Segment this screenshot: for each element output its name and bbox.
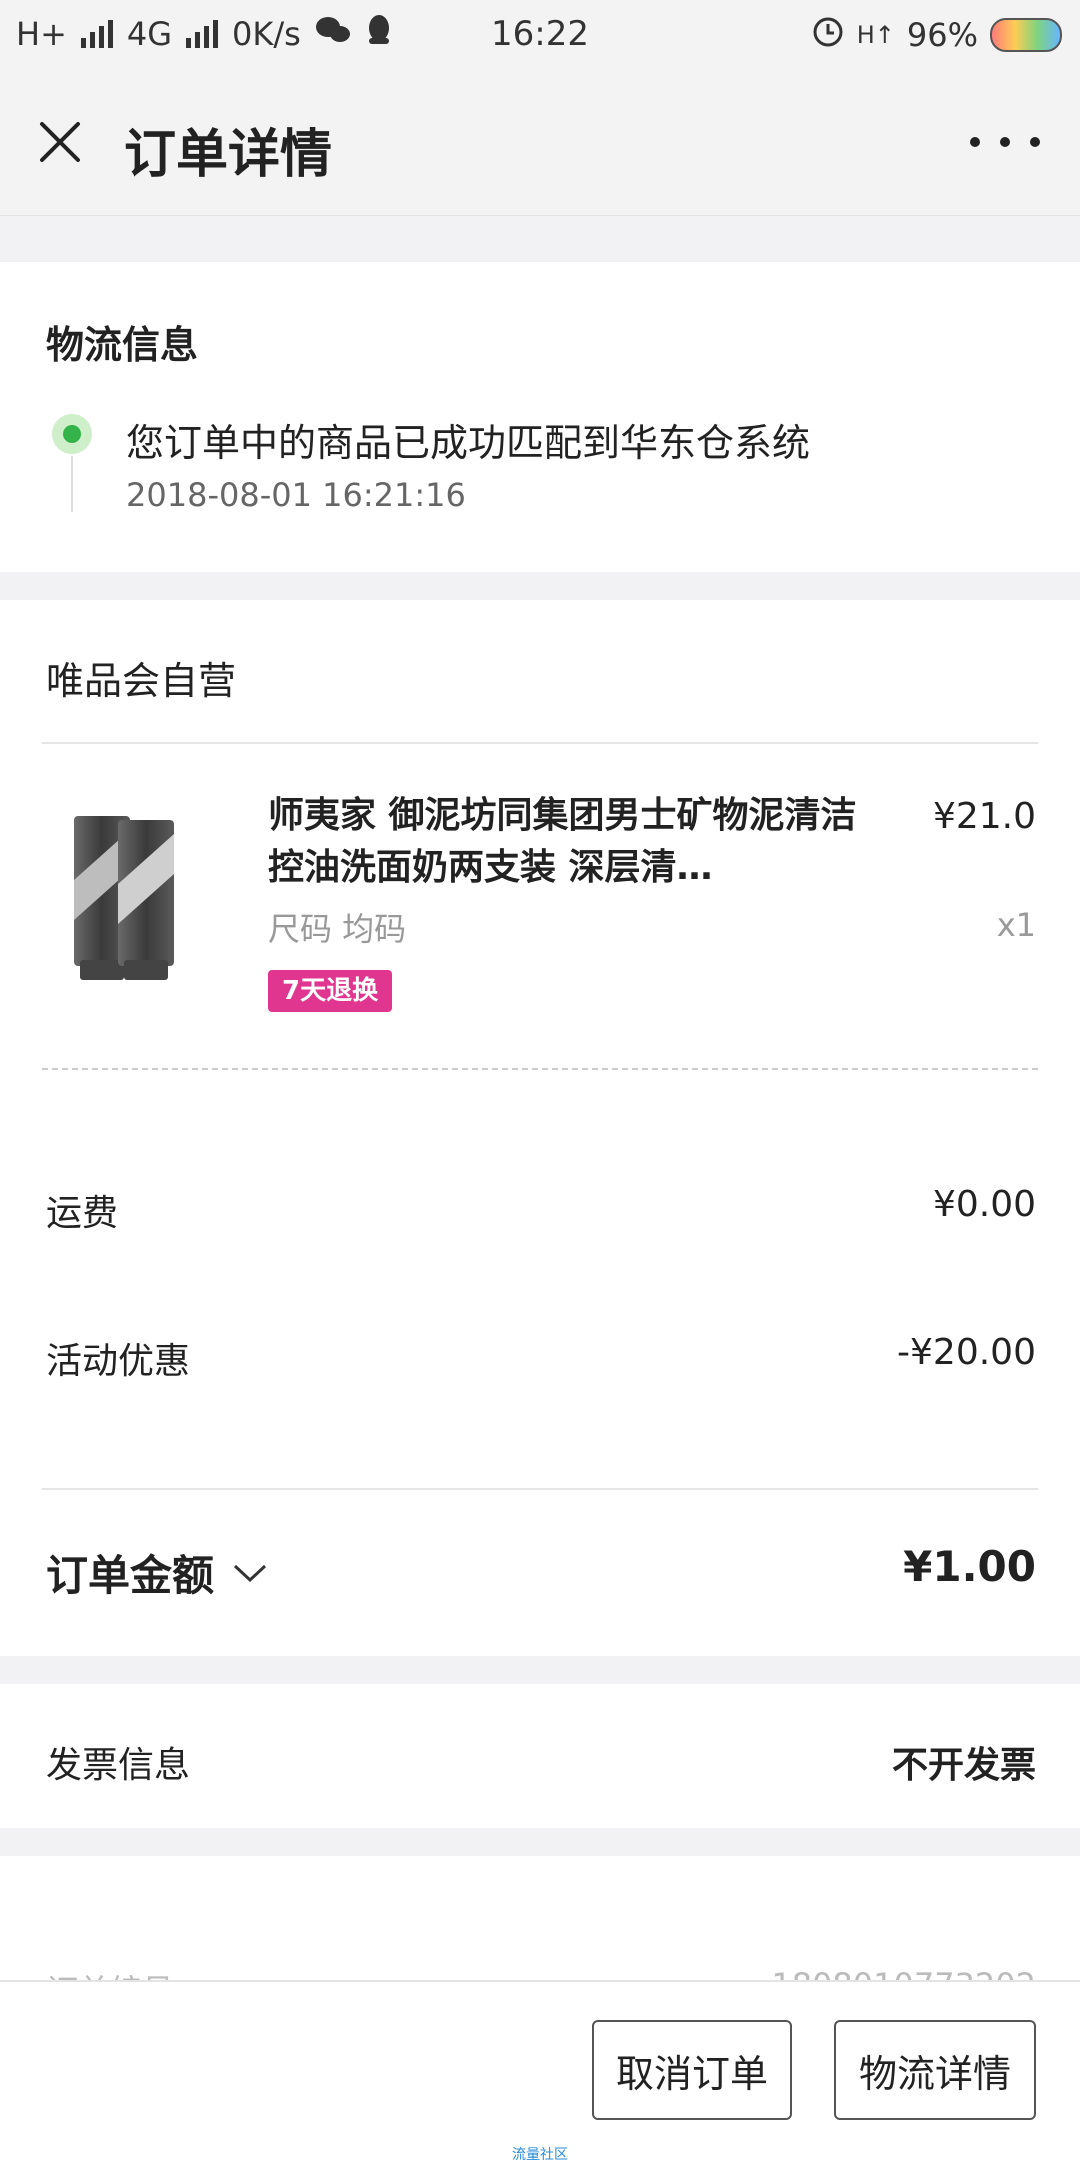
close-button[interactable]	[36, 118, 84, 166]
timeline-line	[71, 456, 73, 512]
logistics-card[interactable]: 物流信息 您订单中的商品已成功匹配到华东仓系统 2018-08-01 16:21…	[0, 262, 1080, 572]
logistics-detail-button[interactable]: 物流详情	[834, 2020, 1036, 2120]
watermark: 流量社区	[512, 2147, 568, 2160]
order-total-value: ¥1.00	[903, 1542, 1036, 1591]
more-dot-icon	[1000, 137, 1010, 147]
invoice-label: 发票信息	[46, 1745, 191, 1786]
discount-value: -¥20.00	[897, 1332, 1036, 1373]
battery-percent: 96%	[906, 16, 978, 54]
close-icon	[40, 122, 80, 162]
more-dot-icon	[970, 137, 980, 147]
logistics-message: 您订单中的商品已成功匹配到华东仓系统	[126, 421, 811, 465]
product-quantity: x1	[996, 906, 1036, 944]
order-card: 唯品会自营 师夷家 御泥坊同集团男士矿物泥清洁控油洗面奶两支装 深层清… ¥21…	[0, 600, 1080, 1656]
shipping-label: 运费	[46, 1193, 119, 1234]
product-size: 尺码 均码	[268, 910, 407, 948]
signal-type-label: H↑	[856, 21, 895, 49]
battery-icon	[990, 18, 1062, 52]
bottom-action-bar: 取消订单 物流详情 流量社区	[0, 1980, 1080, 2160]
store-name: 唯品会自营	[46, 659, 237, 703]
order-total-toggle[interactable]: 订单金额	[46, 1542, 268, 1603]
invoice-card[interactable]: 发票信息 不开发票	[0, 1684, 1080, 1828]
invoice-value: 不开发票	[891, 1745, 1036, 1786]
logistics-timestamp: 2018-08-01 16:21:16	[126, 476, 466, 514]
page-title: 订单详情	[124, 125, 333, 185]
chevron-down-icon	[233, 1564, 267, 1582]
discount-label: 活动优惠	[46, 1341, 191, 1382]
more-dot-icon	[1030, 137, 1040, 147]
return-policy-badge: 7天退换	[268, 970, 393, 1012]
product-price: ¥21.0	[932, 796, 1036, 837]
order-total-label: 订单金额	[46, 1551, 215, 1600]
status-right: H↑ 96%	[811, 14, 1062, 56]
divider	[42, 1488, 1038, 1490]
logistics-status-dot-icon	[52, 414, 92, 454]
nav-header: 订单详情	[0, 72, 1080, 216]
dashed-divider	[42, 1068, 1038, 1070]
divider	[42, 742, 1038, 744]
product-name[interactable]: 师夷家 御泥坊同集团男士矿物泥清洁控油洗面奶两支装 深层清…	[268, 790, 868, 894]
product-image[interactable]	[56, 810, 196, 985]
logistics-title: 物流信息	[46, 323, 199, 367]
status-bar: H+ 4G 0K/s 16:22 H↑ 96%	[0, 0, 1080, 72]
more-options-button[interactable]	[970, 122, 1040, 162]
shipping-value: ¥0.00	[932, 1184, 1036, 1225]
cancel-order-button[interactable]: 取消订单	[592, 2020, 792, 2120]
alarm-icon	[811, 14, 845, 56]
